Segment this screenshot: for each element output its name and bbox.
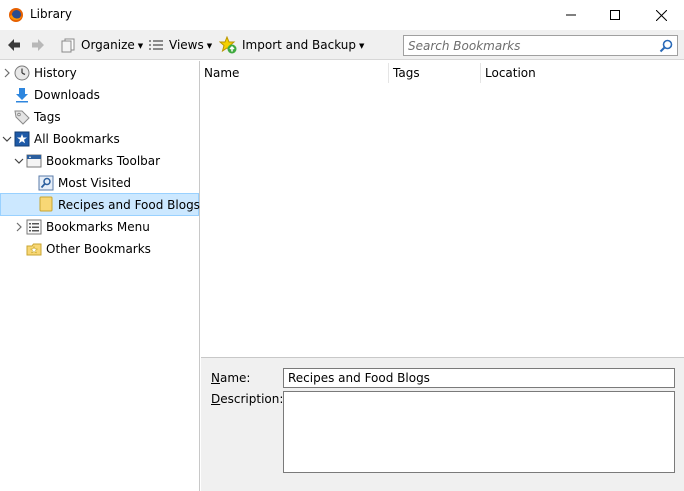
- chevron-down-icon[interactable]: [14, 156, 24, 166]
- tree-item-label: Tags: [34, 110, 61, 124]
- library-tree: History Downloads Tags All Bookmarks Boo…: [0, 61, 200, 491]
- folder-icon: [39, 196, 53, 212]
- tree-item-other-bookmarks[interactable]: Other Bookmarks: [0, 238, 199, 260]
- tree-item-label: Bookmarks Toolbar: [46, 154, 161, 168]
- dropdown-arrow-icon: ▼: [206, 41, 213, 50]
- toolbar: Organize ▼ Views ▼ Import and Backup ▼: [0, 30, 684, 60]
- views-menu-button[interactable]: Views ▼: [148, 34, 212, 56]
- name-field[interactable]: [283, 368, 675, 388]
- tree-item-label: Recipes and Food Blogs: [58, 197, 200, 212]
- column-header-tags[interactable]: Tags: [390, 61, 480, 85]
- organize-icon: [61, 38, 75, 53]
- search-icon[interactable]: [659, 39, 673, 53]
- name-input[interactable]: [284, 369, 674, 387]
- column-divider[interactable]: [388, 63, 389, 83]
- search-field[interactable]: [403, 35, 678, 56]
- tree-item-all-bookmarks[interactable]: All Bookmarks: [0, 128, 199, 150]
- tree-item-label: History: [34, 66, 77, 80]
- tree-item-label: Bookmarks Menu: [46, 220, 150, 234]
- tree-item-downloads[interactable]: Downloads: [0, 84, 199, 106]
- tree-item-bookmarks-toolbar[interactable]: Bookmarks Toolbar: [0, 150, 199, 172]
- history-clock-icon: [14, 65, 30, 81]
- chevron-right-icon[interactable]: [2, 68, 12, 78]
- organize-label: Organize: [81, 38, 135, 52]
- chevron-down-icon[interactable]: [2, 134, 12, 144]
- tree-item-label: Other Bookmarks: [46, 242, 151, 256]
- bookmarks-star-icon: [14, 131, 30, 147]
- import-backup-label: Import and Backup: [242, 38, 357, 52]
- close-button[interactable]: [638, 0, 684, 30]
- tree-item-history[interactable]: History: [0, 62, 199, 84]
- back-arrow-icon: [8, 39, 20, 51]
- firefox-logo-icon: [8, 7, 24, 23]
- organize-menu-button[interactable]: Organize ▼: [60, 34, 143, 56]
- download-arrow-icon: [16, 88, 28, 103]
- description-field[interactable]: [283, 391, 675, 473]
- description-textarea[interactable]: [284, 392, 674, 472]
- tag-icon: [14, 110, 30, 125]
- dropdown-arrow-icon: ▼: [137, 41, 144, 50]
- bookmarks-menu-icon: [26, 219, 42, 235]
- back-button[interactable]: [6, 34, 26, 56]
- views-label: Views: [169, 38, 204, 52]
- name-label: Name:: [211, 371, 251, 385]
- bookmark-list-header: Name Tags Location: [201, 61, 684, 85]
- search-input[interactable]: [404, 36, 654, 55]
- forward-arrow-icon: [32, 39, 44, 51]
- import-star-icon: [219, 36, 237, 54]
- forward-button[interactable]: [30, 34, 50, 56]
- smart-query-icon: [38, 175, 54, 191]
- description-label: Description:: [211, 392, 284, 406]
- tree-item-tags[interactable]: Tags: [0, 106, 199, 128]
- maximize-button[interactable]: [592, 0, 638, 30]
- chevron-right-icon[interactable]: [14, 222, 24, 232]
- details-pane: Name: Description:: [201, 357, 684, 491]
- title-bar: Library: [0, 0, 684, 30]
- tree-item-most-visited[interactable]: Most Visited: [0, 172, 199, 194]
- bookmarks-toolbar-icon: [26, 154, 42, 168]
- import-backup-menu-button[interactable]: Import and Backup ▼: [219, 34, 364, 56]
- window-title: Library: [30, 7, 72, 21]
- tree-item-label: Most Visited: [58, 176, 132, 190]
- tree-item-recipes-folder[interactable]: Recipes and Food Blogs: [0, 193, 200, 216]
- minimize-button[interactable]: [548, 0, 594, 30]
- tree-item-label: All Bookmarks: [34, 132, 120, 146]
- column-header-location[interactable]: Location: [482, 61, 682, 85]
- column-divider[interactable]: [480, 63, 481, 83]
- column-header-name[interactable]: Name: [201, 61, 388, 85]
- tree-item-bookmarks-menu[interactable]: Bookmarks Menu: [0, 216, 199, 238]
- bookmark-list[interactable]: [201, 85, 684, 357]
- tree-item-label: Downloads: [34, 88, 100, 102]
- other-bookmarks-icon: [26, 243, 42, 256]
- views-list-icon: [149, 40, 163, 50]
- dropdown-arrow-icon: ▼: [359, 41, 365, 50]
